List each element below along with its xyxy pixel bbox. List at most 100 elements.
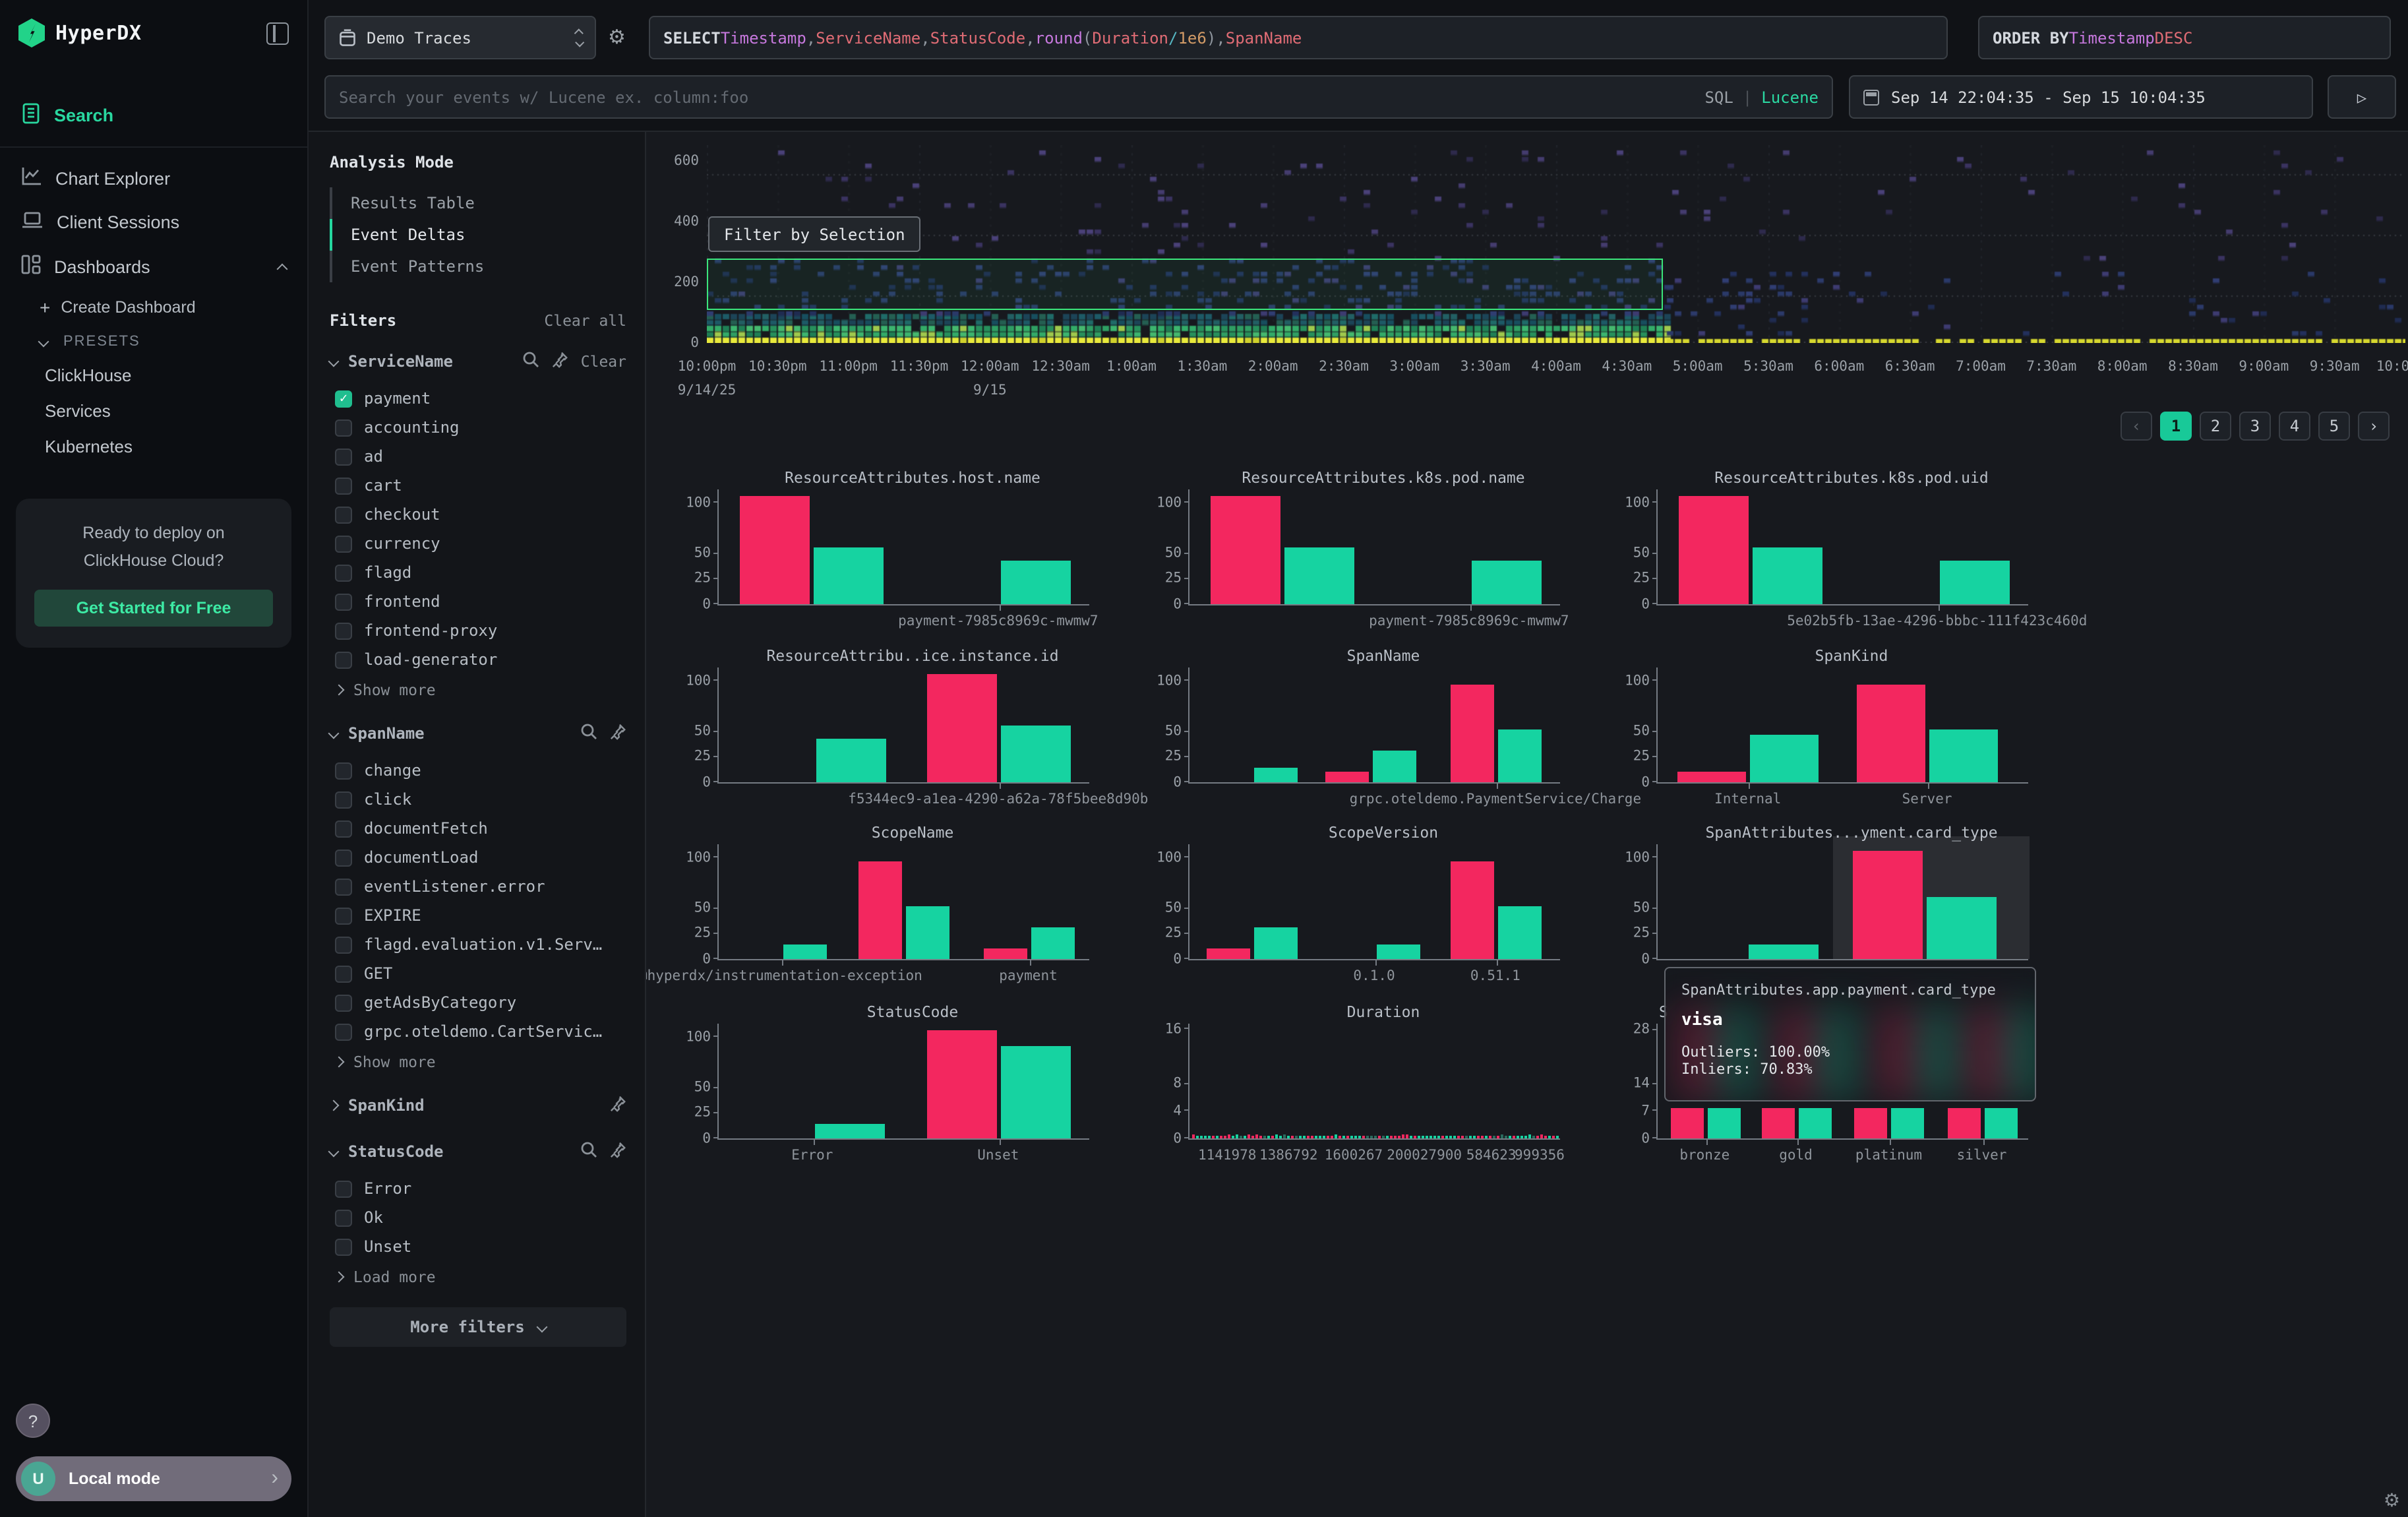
clear-filter-button[interactable]: Clear <box>581 352 626 370</box>
filter-option-frontend-proxy[interactable]: frontend-proxy <box>330 616 626 645</box>
source-settings-gear-icon[interactable]: ⚙ <box>608 25 626 49</box>
mini-chart-plot[interactable]: 02550100 <box>1656 667 2028 784</box>
filter-group-header[interactable]: SpanName <box>330 720 626 745</box>
outlier-bar[interactable] <box>1855 1107 1888 1138</box>
filter-option-unset[interactable]: Unset <box>330 1232 626 1261</box>
checkbox[interactable] <box>335 1209 352 1226</box>
pagination-page-1[interactable]: 1 <box>2160 412 2192 441</box>
show-more-link[interactable]: Show more <box>330 674 626 699</box>
pin-icon[interactable] <box>609 720 626 745</box>
sql-select-input[interactable]: SELECT Timestamp, ServiceName, StatusCod… <box>649 16 1948 59</box>
inlier-bar[interactable] <box>815 1125 885 1138</box>
inlier-bar[interactable] <box>1930 729 1999 782</box>
checkbox[interactable] <box>335 936 352 953</box>
checkbox[interactable] <box>335 762 352 779</box>
inlier-bar[interactable] <box>906 906 949 959</box>
checkbox[interactable] <box>335 907 352 924</box>
checkbox[interactable] <box>335 535 352 552</box>
outlier-bar[interactable] <box>858 861 902 959</box>
mini-chart-plot[interactable]: 02550100 <box>717 667 1089 784</box>
inlier-bar[interactable] <box>1751 735 1819 782</box>
inlier-bar[interactable] <box>1498 906 1542 959</box>
inlier-bar[interactable] <box>1472 561 1542 604</box>
filter-by-selection-button[interactable]: Filter by Selection <box>708 216 921 252</box>
clear-all-button[interactable]: Clear all <box>544 311 626 330</box>
outlier-bar[interactable] <box>927 1030 997 1138</box>
inlier-bar[interactable] <box>1752 547 1822 604</box>
mini-chart-plot[interactable]: 02550100 <box>1188 844 1560 960</box>
outlier-bar[interactable] <box>1325 772 1369 782</box>
filter-group-header[interactable]: ServiceNameClear <box>330 348 626 373</box>
sidebar-item-services[interactable]: Services <box>0 393 307 429</box>
checkbox[interactable]: ✓ <box>335 390 352 407</box>
source-select[interactable]: Demo Traces <box>324 16 596 59</box>
search-icon[interactable] <box>580 720 597 745</box>
inlier-bar[interactable] <box>1001 1045 1071 1138</box>
settings-gear-icon[interactable]: ⚙ <box>2384 1489 2400 1512</box>
user-menu[interactable]: U Local mode › <box>16 1456 291 1501</box>
pagination-page-2[interactable]: 2 <box>2200 412 2231 441</box>
pin-icon[interactable] <box>609 1092 626 1117</box>
inlier-bar[interactable] <box>1940 561 2010 604</box>
checkbox[interactable] <box>335 1238 352 1255</box>
inlier-bar[interactable] <box>1892 1107 1925 1138</box>
filter-option-currency[interactable]: currency <box>330 529 626 558</box>
date-range-picker[interactable]: Sep 14 22:04:35 - Sep 15 10:04:35 <box>1849 75 2313 119</box>
inlier-bar[interactable] <box>1001 561 1071 604</box>
show-more-link[interactable]: Show more <box>330 1046 626 1071</box>
pagination-next[interactable]: › <box>2358 412 2390 441</box>
events-heatmap[interactable] <box>707 145 2405 343</box>
mini-chart-plot[interactable]: 02550100 <box>717 489 1089 605</box>
filter-option-grpc-oteldemo-cartservic-[interactable]: grpc.oteldemo.CartServic… <box>330 1017 626 1046</box>
run-query-button[interactable]: ▷ <box>2328 75 2396 119</box>
outlier-bar[interactable] <box>1207 949 1250 959</box>
inlier-bar[interactable] <box>1707 1107 1740 1138</box>
filter-option-flagd-evaluation-v1-serv-[interactable]: flagd.evaluation.v1.Serv… <box>330 930 626 959</box>
filter-option-eventlistener-error[interactable]: eventListener.error <box>330 872 626 901</box>
checkbox[interactable] <box>335 1023 352 1040</box>
pin-icon[interactable] <box>552 348 569 373</box>
search-icon[interactable] <box>523 348 540 373</box>
inlier-bar[interactable] <box>1284 547 1354 604</box>
sidebar-item-client-sessions[interactable]: Client Sessions <box>0 201 307 244</box>
filter-option-expire[interactable]: EXPIRE <box>330 901 626 930</box>
lang-lucene[interactable]: Lucene <box>1761 88 1819 106</box>
inlier-bar[interactable] <box>1373 750 1416 782</box>
outlier-bar[interactable] <box>1210 496 1280 604</box>
pagination-page-5[interactable]: 5 <box>2318 412 2350 441</box>
outlier-bar[interactable] <box>927 674 997 782</box>
sidebar-item-clickhouse[interactable]: ClickHouse <box>0 357 307 393</box>
analysis-mode-event-patterns[interactable]: Event Patterns <box>330 251 626 282</box>
filter-option-checkout[interactable]: checkout <box>330 500 626 529</box>
sidebar-item-dashboards[interactable]: Dashboards <box>0 244 307 289</box>
outlier-bar[interactable] <box>1857 685 1926 782</box>
search-icon[interactable] <box>580 1138 597 1163</box>
sidebar-item-presets[interactable]: PRESETS <box>0 326 307 357</box>
outlier-bar[interactable] <box>1678 772 1747 782</box>
outlier-bar[interactable] <box>1762 1107 1795 1138</box>
sidebar-collapse-icon[interactable] <box>266 22 289 44</box>
checkbox[interactable] <box>335 820 352 837</box>
order-by-input[interactable]: ORDER BY Timestamp DESC <box>1978 16 2391 59</box>
heatmap-selection-box[interactable] <box>707 259 1663 310</box>
load-more-link[interactable]: Load more <box>330 1261 626 1286</box>
checkbox[interactable] <box>335 651 352 668</box>
lang-sql[interactable]: SQL <box>1704 88 1733 106</box>
checkbox[interactable] <box>335 878 352 895</box>
checkbox[interactable] <box>335 564 352 581</box>
inlier-bar[interactable] <box>1254 927 1298 959</box>
filter-option-payment[interactable]: ✓payment <box>330 384 626 413</box>
analysis-mode-results-table[interactable]: Results Table <box>330 187 626 219</box>
filter-option-accounting[interactable]: accounting <box>330 413 626 442</box>
inlier-bar[interactable] <box>1031 927 1075 959</box>
outlier-bar[interactable] <box>1451 861 1494 959</box>
outlier-bar[interactable] <box>984 949 1027 959</box>
filter-option-getadsbycategory[interactable]: getAdsByCategory <box>330 988 626 1017</box>
checkbox[interactable] <box>335 1180 352 1197</box>
outlier-bar[interactable] <box>1853 851 1923 959</box>
checkbox[interactable] <box>335 477 352 494</box>
filter-option-documentload[interactable]: documentLoad <box>330 843 626 872</box>
filter-option-flagd[interactable]: flagd <box>330 558 626 587</box>
more-filters-button[interactable]: More filters <box>330 1307 626 1347</box>
checkbox[interactable] <box>335 622 352 639</box>
